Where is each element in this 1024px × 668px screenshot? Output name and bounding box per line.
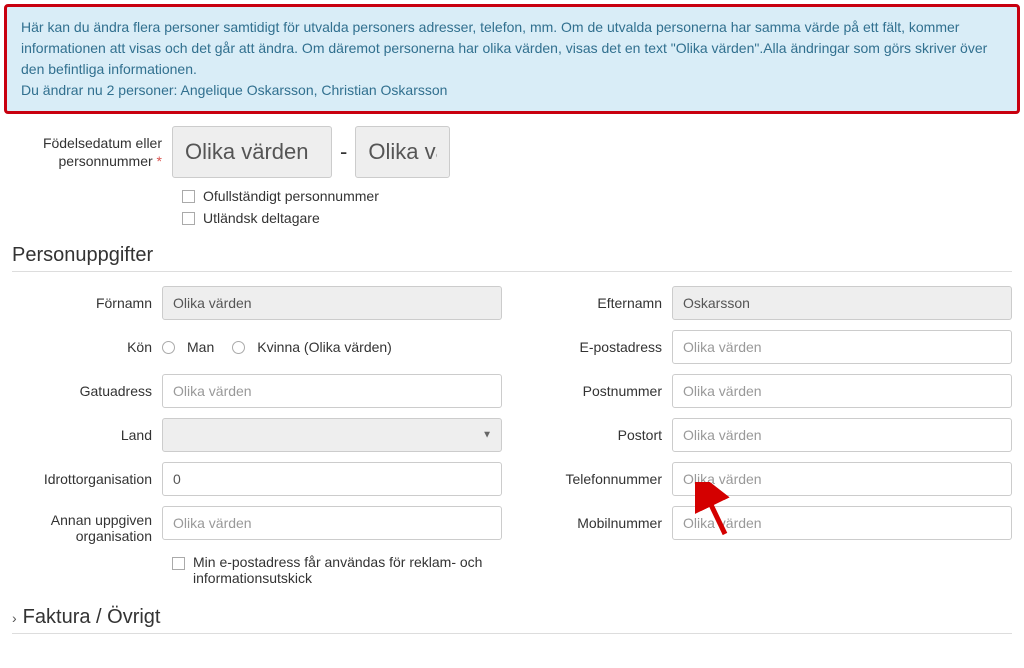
invoice-section-title: Faktura / Övrigt	[23, 606, 161, 629]
foreign-participant-label: Utländsk deltagare	[203, 210, 320, 226]
sportorg-input[interactable]	[162, 462, 502, 496]
label-birth-ssn: Födelsedatum eller personnummer *	[12, 134, 172, 170]
gender-male-radio[interactable]	[162, 341, 175, 354]
label-city: Postort	[522, 427, 672, 443]
divider-2	[12, 633, 1012, 634]
label-phone: Telefonnummer	[522, 471, 672, 487]
invoice-section-toggle[interactable]: › Faktura / Övrigt	[12, 606, 1012, 629]
label-mobile: Mobilnummer	[522, 515, 672, 531]
incomplete-ssn-label: Ofullständigt personnummer	[203, 188, 379, 204]
divider	[12, 271, 1012, 272]
label-lastname: Efternamn	[522, 295, 672, 311]
gender-female-radio[interactable]	[232, 341, 245, 354]
ssn-part2-input[interactable]	[355, 126, 450, 178]
label-firstname: Förnamn	[12, 295, 162, 311]
label-sportorg: Idrottorganisation	[12, 471, 162, 487]
ssn-dash: -	[340, 139, 347, 165]
info-banner: Här kan du ändra flera personer samtidig…	[4, 4, 1020, 114]
label-zip: Postnummer	[522, 383, 672, 399]
label-gender: Kön	[12, 339, 162, 355]
country-select[interactable]	[162, 418, 502, 452]
label-otherorg: Annan uppgiven organisation	[12, 506, 162, 544]
ssn-part1-input[interactable]	[172, 126, 332, 178]
gender-female-label: Kvinna (Olika värden)	[257, 339, 392, 355]
street-input[interactable]	[162, 374, 502, 408]
phone-input[interactable]	[672, 462, 1012, 496]
label-street: Gatuadress	[12, 383, 162, 399]
info-banner-text-2: Du ändrar nu 2 personer: Angelique Oskar…	[21, 80, 1003, 101]
info-banner-text-1: Här kan du ändra flera personer samtidig…	[21, 17, 1003, 80]
label-email: E-postadress	[522, 339, 672, 355]
firstname-input[interactable]	[162, 286, 502, 320]
mobile-input[interactable]	[672, 506, 1012, 540]
section-title-person: Personuppgifter	[12, 244, 1012, 267]
incomplete-ssn-checkbox[interactable]	[182, 190, 195, 203]
foreign-participant-checkbox[interactable]	[182, 212, 195, 225]
city-input[interactable]	[672, 418, 1012, 452]
gender-male-label: Man	[187, 339, 214, 355]
label-country: Land	[12, 427, 162, 443]
email-input[interactable]	[672, 330, 1012, 364]
email-optin-label: Min e-postadress får användas för reklam…	[193, 554, 493, 586]
zip-input[interactable]	[672, 374, 1012, 408]
chevron-right-icon: ›	[12, 610, 17, 626]
lastname-input[interactable]	[672, 286, 1012, 320]
otherorg-input[interactable]	[162, 506, 502, 540]
email-optin-checkbox[interactable]	[172, 557, 185, 570]
